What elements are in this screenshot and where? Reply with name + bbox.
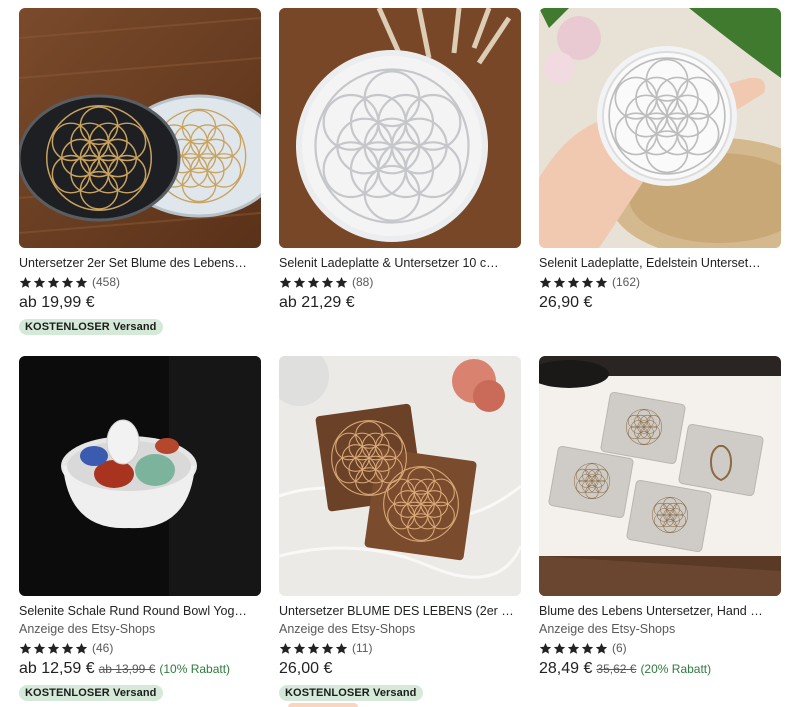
product-card[interactable]: Selenit Ladeplatte & Untersetzer 10 c… (… [279,8,521,316]
star-icon [307,276,320,289]
star-icon [33,276,46,289]
product-image[interactable] [279,356,521,596]
star-icon [293,276,306,289]
product-title[interactable]: Blume des Lebens Untersetzer, Hand … [539,603,781,619]
product-image[interactable] [19,8,261,248]
product-card[interactable]: Untersetzer 2er Set Blume des Lebens… (4… [19,8,261,335]
star-icon [335,642,348,655]
discount-label: (10% Rabatt) [159,662,231,676]
rating-stars [539,276,608,289]
price: ab 19,99 € [19,294,95,311]
product-image[interactable] [539,356,781,596]
star-icon [47,276,60,289]
star-icon [61,276,74,289]
next-badge-edge [288,703,358,707]
price: 26,00 € [279,660,333,677]
ad-label: Anzeige des Etsy-Shops [19,622,156,636]
rating-count: (458) [92,275,121,289]
product-title[interactable]: Selenit Ladeplatte, Edelstein Unterset… [539,255,781,271]
star-icon [567,642,580,655]
star-icon [33,642,46,655]
product-image[interactable] [539,8,781,248]
star-icon [321,642,334,655]
rating-count: (162) [612,275,641,289]
star-icon [293,642,306,655]
price: ab 12,59 € [19,660,95,677]
star-icon [581,276,594,289]
product-title[interactable]: Untersetzer BLUME DES LEBENS (2er S… [279,603,521,619]
discount-label: (20% Rabatt) [640,662,712,676]
original-price: 35,62 € [596,662,637,676]
rating: (458) [19,274,261,290]
star-icon [75,276,88,289]
price: 26,90 € [539,294,593,311]
free-shipping-badge: KOSTENLOSER Versand [279,685,423,701]
price-row: 28,49 € 35,62 € (20% Rabatt) [539,660,781,682]
product-title[interactable]: Selenite Schale Rund Round Bowl Yog… [19,603,261,619]
rating-count: (11) [352,641,373,655]
star-icon [19,642,32,655]
rating-stars [539,642,608,655]
price-row: ab 21,29 € [279,294,521,316]
rating-count: (6) [612,641,627,655]
star-icon [553,642,566,655]
star-icon [47,642,60,655]
original-price: ab 13,99 € [98,662,156,676]
price: ab 21,29 € [279,294,355,311]
star-icon [567,276,580,289]
star-icon [307,642,320,655]
rating: (6) [539,640,781,656]
star-icon [321,276,334,289]
product-image[interactable] [19,356,261,596]
star-icon [595,642,608,655]
star-icon [335,276,348,289]
product-title[interactable]: Untersetzer 2er Set Blume des Lebens… [19,255,261,271]
star-icon [75,642,88,655]
star-icon [553,276,566,289]
rating: (46) [19,640,261,656]
price-row: ab 12,59 € ab 13,99 € (10% Rabatt) [19,660,261,682]
rating: (162) [539,274,781,290]
rating-stars [19,642,88,655]
star-icon [581,642,594,655]
product-card[interactable]: Blume des Lebens Untersetzer, Hand … Anz… [539,356,781,682]
product-image[interactable] [279,8,521,248]
product-grid: Untersetzer 2er Set Blume des Lebens… (4… [0,0,800,707]
price-row: 26,90 € [539,294,781,316]
star-icon [279,276,292,289]
star-icon [539,642,552,655]
star-icon [279,642,292,655]
star-icon [539,276,552,289]
rating-count: (88) [352,275,374,289]
price: 28,49 € [539,660,593,677]
price-row: 26,00 € [279,660,521,682]
star-icon [61,642,74,655]
rating-count: (46) [92,641,114,655]
star-icon [595,276,608,289]
ad-label: Anzeige des Etsy-Shops [279,622,416,636]
star-icon [19,276,32,289]
rating-stars [279,276,348,289]
product-title[interactable]: Selenit Ladeplatte & Untersetzer 10 c… [279,255,521,271]
product-card[interactable]: Selenit Ladeplatte, Edelstein Unterset… … [539,8,781,316]
free-shipping-badge: KOSTENLOSER Versand [19,319,163,335]
ad-label: Anzeige des Etsy-Shops [539,622,676,636]
price-row: ab 19,99 € [19,294,261,316]
rating: (11) [279,640,521,656]
product-card[interactable]: Selenite Schale Rund Round Bowl Yog… Anz… [19,356,261,701]
rating-stars [279,642,348,655]
free-shipping-badge: KOSTENLOSER Versand [19,685,163,701]
rating: (88) [279,274,521,290]
rating-stars [19,276,88,289]
product-card[interactable]: Untersetzer BLUME DES LEBENS (2er S… Anz… [279,356,521,701]
